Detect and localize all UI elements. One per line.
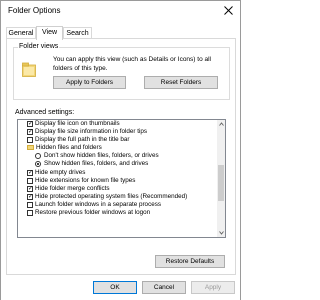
- checkmark-icon: ✓: [28, 185, 34, 192]
- chevron-up-icon: [218, 122, 224, 126]
- close-icon: [223, 5, 233, 15]
- setting-label: Display file icon on thumbnails: [35, 120, 120, 127]
- close-button[interactable]: [220, 3, 236, 17]
- scroll-thumb[interactable]: [218, 165, 224, 201]
- checkmark-icon: ✓: [28, 121, 34, 127]
- tab-view[interactable]: View: [36, 26, 63, 40]
- folder-views-description: You can apply this view (such as Details…: [53, 56, 212, 72]
- tree-row[interactable]: ✓ Display file size information in folder…: [18, 128, 218, 136]
- checkmark-icon: ✓: [28, 169, 34, 176]
- tree-row[interactable]: Hide extensions for known file types: [18, 177, 218, 185]
- setting-checkbox[interactable]: [27, 137, 33, 144]
- tree-scrollbar[interactable]: [217, 120, 225, 237]
- dialog-footer: OK Cancel Apply: [1, 276, 240, 300]
- folder-views-group: Folder views You can apply this view (su…: [13, 43, 230, 100]
- setting-label: Hide protected operating system files (R…: [35, 192, 188, 200]
- setting-label: Launch folder windows in a separate proc…: [35, 200, 162, 208]
- folder-views-title: Folder views: [18, 43, 60, 50]
- setting-label: Hide folder merge conflicts: [35, 184, 110, 192]
- setting-checkbox[interactable]: ✓: [27, 185, 34, 192]
- setting-checkbox[interactable]: [27, 201, 33, 208]
- ok-button[interactable]: OK: [93, 281, 137, 294]
- setting-checkbox[interactable]: [27, 177, 33, 184]
- radio-dot-icon: [37, 163, 39, 166]
- setting-checkbox[interactable]: ✓: [27, 129, 34, 136]
- setting-label: Don't show hidden files, folders, or dri…: [44, 152, 159, 160]
- restore-defaults-button[interactable]: Restore Defaults: [155, 255, 225, 268]
- checkmark-icon: ✓: [28, 193, 34, 200]
- apply-to-folders-button[interactable]: Apply to Folders: [53, 76, 126, 89]
- tree-row[interactable]: Don't show hidden files, folders, or dri…: [18, 152, 218, 160]
- scroll-up-button[interactable]: [217, 120, 225, 128]
- setting-radio[interactable]: [35, 161, 41, 168]
- setting-label: Hide empty drives: [35, 168, 86, 176]
- apply-button[interactable]: Apply: [191, 281, 235, 294]
- advanced-settings-label: Advanced settings:: [15, 109, 75, 116]
- tree-row[interactable]: ✓ Hide folder merge conflicts: [18, 185, 218, 193]
- setting-checkbox[interactable]: ✓: [27, 169, 34, 176]
- tree-row[interactable]: Hidden files and folders: [18, 144, 218, 152]
- setting-label: Restore previous folder windows at logon: [35, 209, 151, 217]
- setting-checkbox[interactable]: [27, 210, 33, 217]
- title-bar[interactable]: Folder Options: [1, 1, 240, 20]
- tree-row[interactable]: Launch folder windows in a separate proc…: [18, 201, 218, 209]
- tree-row[interactable]: Show hidden files, folders, and drives: [18, 160, 218, 168]
- setting-label: Show hidden files, folders, and drives: [44, 160, 149, 168]
- checkmark-icon: ✓: [28, 129, 34, 136]
- scroll-down-button[interactable]: [217, 229, 225, 237]
- cancel-button[interactable]: Cancel: [142, 281, 186, 294]
- window-title: Folder Options: [8, 6, 61, 15]
- tree-row[interactable]: Display the full path in the title bar: [18, 136, 218, 144]
- setting-label: Display the full path in the title bar: [35, 136, 130, 144]
- advanced-settings-tree[interactable]: ✓ Display file icon on thumbnails ✓ Display…: [17, 119, 226, 238]
- view-tab-panel: Folder views You can apply this view (su…: [6, 38, 236, 275]
- reset-folders-button[interactable]: Reset Folders: [144, 76, 218, 89]
- tree-row[interactable]: ✓ Hide protected operating system files (…: [18, 193, 218, 201]
- setting-label: Hidden files and folders: [36, 144, 102, 152]
- setting-label: Hide extensions for known file types: [35, 176, 136, 184]
- tree-row[interactable]: Restore previous folder windows at logon: [18, 209, 218, 217]
- tree-row[interactable]: ✓ Hide empty drives: [18, 169, 218, 177]
- tree-items: ✓ Display file icon on thumbnails ✓ Display…: [18, 120, 218, 217]
- tree-row[interactable]: ✓ Display file icon on thumbnails: [18, 120, 218, 128]
- setting-label: Display file size information in folder …: [35, 128, 147, 136]
- chevron-down-icon: [218, 231, 224, 235]
- setting-checkbox[interactable]: ✓: [27, 121, 33, 127]
- setting-radio[interactable]: [35, 153, 41, 160]
- setting-checkbox[interactable]: ✓: [27, 193, 34, 200]
- folder-icon: [27, 145, 34, 151]
- folder-icon: [22, 62, 36, 77]
- folder-options-window: Folder Options General View Search Folde…: [0, 0, 241, 300]
